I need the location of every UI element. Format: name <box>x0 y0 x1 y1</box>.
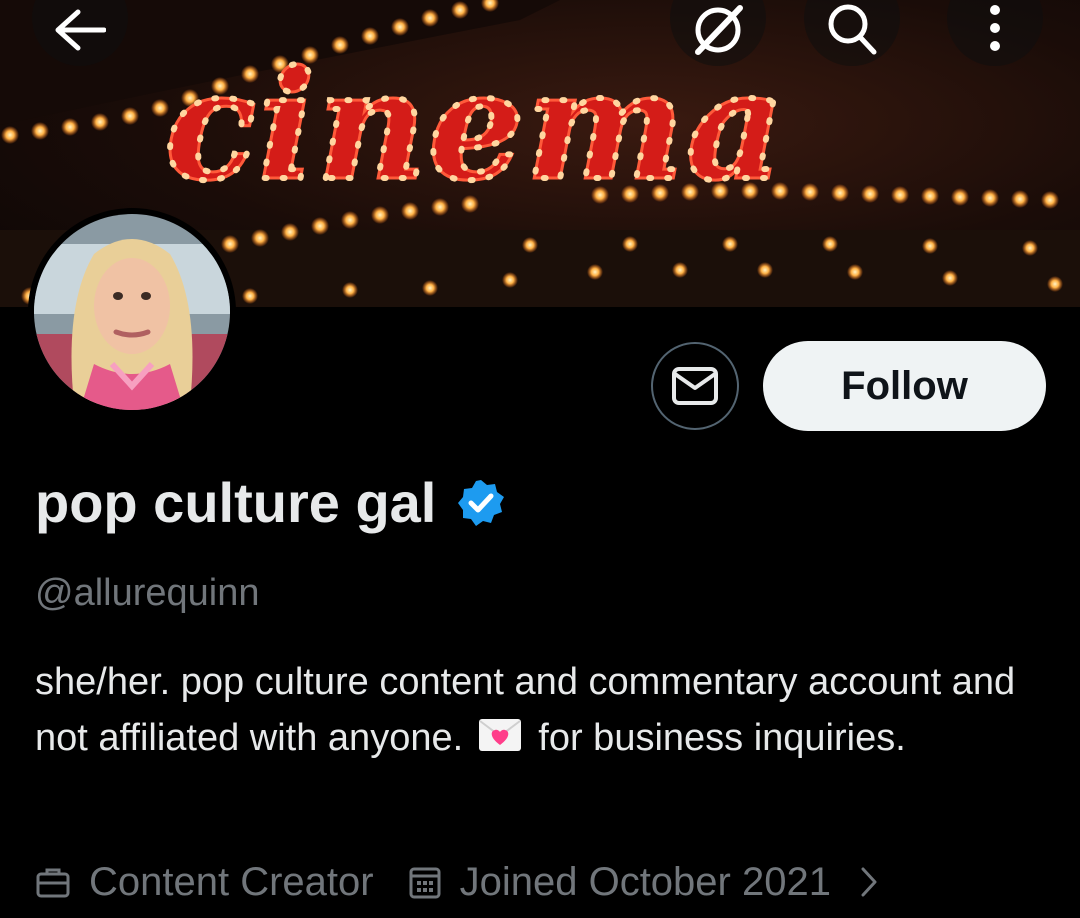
avatar[interactable] <box>28 208 236 416</box>
bio: she/her. pop culture content and comment… <box>35 654 1035 768</box>
display-name: pop culture gal <box>35 470 506 535</box>
back-button[interactable] <box>32 0 128 66</box>
profile-meta: Content Creator Joined October 2021 <box>35 856 897 908</box>
message-button[interactable] <box>651 342 739 430</box>
display-name-text: pop culture gal <box>35 471 437 534</box>
bio-text-part2: for business inquiries. <box>527 717 906 759</box>
love-letter-emoji <box>478 712 522 768</box>
svg-text:cinema: cinema <box>165 38 786 214</box>
arrow-left-icon <box>55 9 106 51</box>
category-text: Content Creator <box>89 859 374 904</box>
more-vertical-icon <box>990 5 1000 51</box>
briefcase-icon <box>36 868 70 898</box>
more-button[interactable] <box>947 0 1043 66</box>
follow-button[interactable]: Follow <box>763 341 1046 431</box>
search-icon <box>828 4 877 55</box>
joined-text: Joined October 2021 <box>459 859 831 904</box>
profile-page: cinema cinema Follow pop culture gal @al… <box>0 0 1080 918</box>
envelope-icon <box>672 367 718 405</box>
category-item: Content Creator <box>35 860 374 905</box>
grok-button[interactable] <box>670 0 766 66</box>
verified-badge-icon[interactable] <box>456 478 506 528</box>
calendar-icon <box>409 867 441 899</box>
handle: @allurequinn <box>35 572 260 614</box>
search-button[interactable] <box>804 0 900 66</box>
grok-icon <box>695 5 743 55</box>
joined-item[interactable]: Joined October 2021 <box>408 860 897 905</box>
chevron-right-icon[interactable] <box>859 865 879 899</box>
avatar-image <box>34 214 230 410</box>
